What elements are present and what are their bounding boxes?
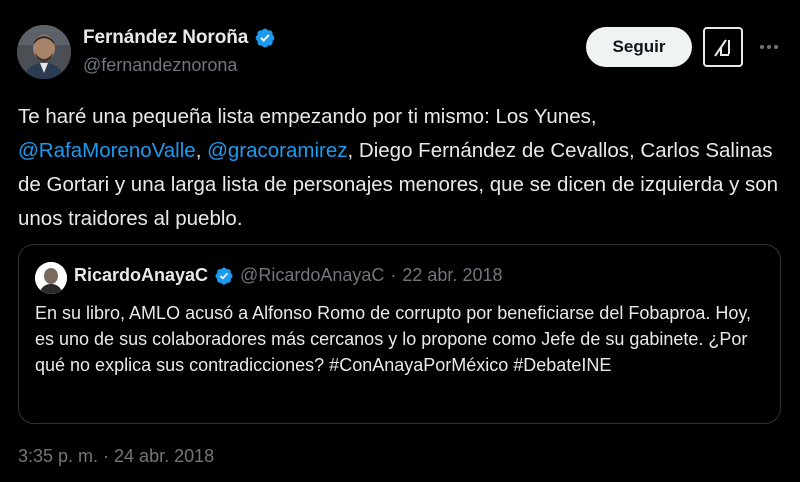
author-name-row[interactable]: Fernández Noroña — [83, 27, 276, 49]
quoted-display-name: RicardoAnayaC — [74, 265, 209, 285]
author-display-name[interactable]: Fernández Noroña — [83, 27, 248, 49]
grok-button[interactable] — [703, 27, 743, 67]
quoted-avatar — [35, 262, 67, 294]
author-handle[interactable]: @fernandeznorona — [83, 55, 237, 76]
follow-button[interactable]: Seguir — [586, 27, 692, 67]
verified-badge-icon — [255, 28, 275, 48]
quoted-handle: @RicardoAnayaC — [240, 265, 385, 285]
grok-icon — [714, 39, 730, 57]
more-icon — [760, 45, 778, 49]
tweet-text-part: , — [195, 139, 208, 162]
quoted-tweet-text: En su libro, AMLO acusó a Alfonso Romo d… — [35, 303, 752, 375]
quoted-date: 22 abr. 2018 — [402, 265, 503, 285]
author-avatar[interactable] — [17, 25, 71, 79]
quoted-separator: · — [390, 265, 397, 285]
tweet-timestamp[interactable]: 3:35 p. m. · 24 abr. 2018 — [18, 446, 214, 467]
quoted-avatar-image — [35, 262, 67, 294]
mention-link[interactable]: @gracoramirez — [207, 139, 347, 162]
mention-link[interactable]: @RafaMorenoValle — [18, 139, 196, 162]
verified-badge-icon — [215, 266, 233, 285]
quoted-tweet-card[interactable]: RicardoAnayaC @RicardoAnayaC · 22 abr. 2… — [18, 244, 781, 424]
tweet-text: Te haré una pequeña lista empezando por … — [18, 100, 783, 236]
more-options-button[interactable] — [752, 30, 786, 64]
tweet-text-part: Te haré una pequeña lista empezando por … — [18, 105, 597, 128]
quoted-header: RicardoAnayaC @RicardoAnayaC · 22 abr. 2… — [74, 265, 502, 286]
author-avatar-image — [17, 25, 71, 79]
